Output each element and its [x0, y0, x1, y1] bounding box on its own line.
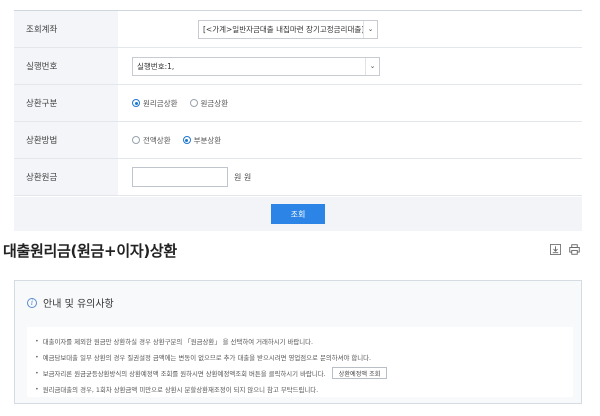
- action-bar: 조회: [14, 197, 582, 231]
- radio-principal-interest[interactable]: 원리금상환: [132, 98, 178, 109]
- notice-item: 원리금대출의 경우, 1회차 상환금액 미만으로 상환시 분할상환재조정이 되지…: [35, 381, 573, 397]
- row-exec-number: 실행번호 실행번호:1, ⌄: [14, 48, 582, 85]
- title-tools: [550, 244, 580, 255]
- repayment-method-group: 전액상환 부분상환: [132, 135, 221, 146]
- label-repayment-type: 상환구분: [14, 85, 118, 121]
- print-icon[interactable]: [569, 244, 580, 255]
- radio-principal-only[interactable]: 원금상환: [189, 98, 228, 109]
- repayment-form: 조회계좌 [<가계>일반자금대출 내집마련 장기고정금리대출] ⌄ 실행번호 실…: [14, 10, 582, 196]
- row-repayment-amount: 상환원금 원 원: [14, 159, 582, 196]
- label-exec-number: 실행번호: [14, 48, 118, 84]
- account-select[interactable]: [<가계>일반자금대출 내집마련 장기고정금리대출] ⌄: [198, 19, 378, 39]
- repayment-type-group: 원리금상환 원금상환: [132, 98, 228, 109]
- repayment-schedule-button[interactable]: 상환예정액 조회: [331, 367, 388, 379]
- repayment-amount-input[interactable]: [132, 167, 228, 187]
- download-icon[interactable]: [550, 244, 561, 255]
- account-select-value: [<가계>일반자금대출 내집마련 장기고정금리대출]: [203, 24, 363, 34]
- chevron-down-icon: ⌄: [365, 57, 379, 75]
- notice-item: 예금담보대출 일부 상환의 경우 질권설정 금액에는 변동이 없으므로 추가 대…: [35, 349, 573, 365]
- page-title: 대출원리금(원금+이자)상환: [3, 242, 177, 260]
- radio-checked-icon: [132, 99, 140, 107]
- chevron-down-icon: ⌄: [363, 20, 377, 38]
- amount-unit: 원 원: [234, 172, 252, 182]
- label-repayment-method: 상환방법: [14, 122, 118, 158]
- notice-item: 대출이자를 제외한 원금만 상환하실 경우 상환구분의 「원금상환」 을 선택하…: [35, 333, 573, 349]
- radio-partial-repayment[interactable]: 부분상환: [182, 135, 221, 146]
- exec-number-select[interactable]: 실행번호:1, ⌄: [132, 56, 380, 76]
- row-repayment-method: 상환방법 전액상환 부분상환: [14, 122, 582, 159]
- row-account: 조회계좌 [<가계>일반자금대출 내집마련 장기고정금리대출] ⌄: [14, 11, 582, 48]
- radio-unchecked-icon: [132, 136, 140, 144]
- notice-box: i 안내 및 유의사항 대출이자를 제외한 원금만 상환하실 경우 상환구분의 …: [14, 280, 582, 404]
- notice-item: 보금자리론 원금균등상환방식의 상환예정액 조회를 원하시면 상환예정액조회 버…: [35, 365, 573, 381]
- radio-full-repayment[interactable]: 전액상환: [132, 135, 171, 146]
- notice-title: 안내 및 유의사항: [43, 299, 114, 310]
- exec-number-select-value: 실행번호:1,: [137, 61, 175, 71]
- notice-list: 대출이자를 제외한 원금만 상환하실 경우 상환구분의 「원금상환」 을 선택하…: [27, 327, 573, 397]
- row-repayment-type: 상환구분 원리금상환 원금상환: [14, 85, 582, 122]
- radio-checked-icon: [182, 136, 191, 144]
- info-icon: i: [27, 297, 37, 308]
- search-button[interactable]: 조회: [271, 204, 325, 224]
- label-account: 조회계좌: [14, 11, 118, 47]
- label-repayment-amount: 상환원금: [14, 159, 118, 195]
- radio-unchecked-icon: [189, 99, 198, 107]
